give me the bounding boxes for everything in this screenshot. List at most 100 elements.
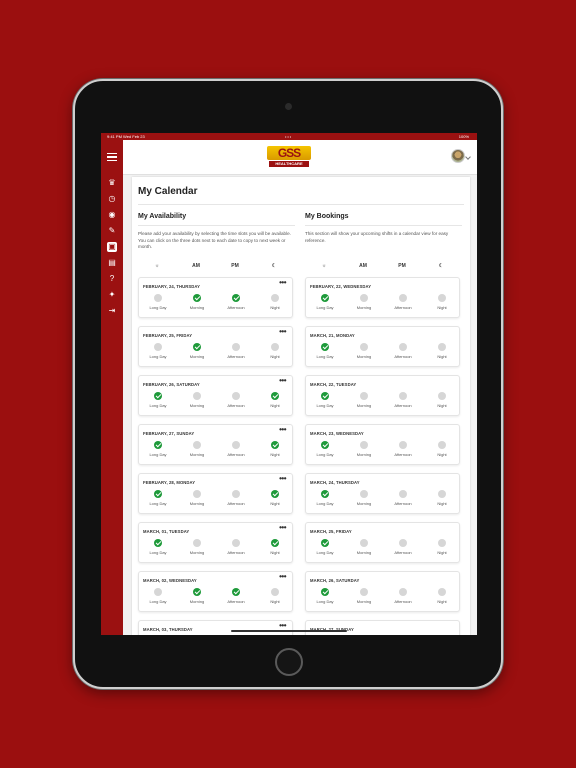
day-date: FEBRUARY, 25, FRIDAY <box>143 333 193 338</box>
time-slot: Morning <box>349 588 379 604</box>
status-bar: 9:41 PM Wed Feb 23 ••• 100% <box>101 133 477 140</box>
empty-circle-icon[interactable] <box>154 294 162 302</box>
empty-circle-icon[interactable] <box>232 343 240 351</box>
time-slot[interactable]: Night <box>260 490 290 506</box>
empty-circle-icon[interactable] <box>193 441 201 449</box>
time-slot[interactable]: Morning <box>182 294 212 310</box>
empty-circle-icon[interactable] <box>232 539 240 547</box>
home-button[interactable] <box>275 648 303 676</box>
empty-circle-icon <box>360 539 368 547</box>
more-options-icon[interactable]: ••• <box>279 621 286 630</box>
logout-icon[interactable]: ⇥ <box>107 306 117 316</box>
empty-circle-icon[interactable] <box>271 294 279 302</box>
time-slot: Long Day <box>310 441 340 457</box>
day-date: MARCH, 24, THURSDAY <box>310 480 360 485</box>
home-indicator <box>231 630 347 632</box>
check-circle-icon <box>321 294 329 302</box>
time-slot[interactable]: Morning <box>182 392 212 408</box>
time-slot[interactable]: Morning <box>182 343 212 359</box>
time-slot[interactable]: Long Day <box>143 392 173 408</box>
slot-label: Afternoon <box>227 403 245 408</box>
time-slot[interactable]: Afternoon <box>221 539 251 555</box>
check-circle-icon[interactable] <box>154 539 162 547</box>
more-options-icon[interactable]: ••• <box>279 523 286 532</box>
menu-icon[interactable] <box>107 153 117 161</box>
empty-circle-icon[interactable] <box>232 441 240 449</box>
empty-circle-icon[interactable] <box>193 490 201 498</box>
empty-circle-icon[interactable] <box>271 343 279 351</box>
pm-header: PM <box>231 263 239 269</box>
edit-icon[interactable]: ✎ <box>107 226 117 236</box>
check-circle-icon[interactable] <box>232 588 240 596</box>
more-options-icon[interactable]: ••• <box>279 327 286 336</box>
time-slot[interactable]: Long Day <box>143 588 173 604</box>
time-slot[interactable]: Long Day <box>143 539 173 555</box>
slot-label: Night <box>270 354 280 359</box>
time-slot[interactable]: Afternoon <box>221 441 251 457</box>
check-circle-icon[interactable] <box>193 588 201 596</box>
time-slot[interactable]: Afternoon <box>221 490 251 506</box>
calendar-icon[interactable]: ▣ <box>107 242 117 252</box>
time-slot[interactable]: Long Day <box>143 490 173 506</box>
check-circle-icon[interactable] <box>193 343 201 351</box>
time-slot[interactable]: Morning <box>182 490 212 506</box>
slot-label: Afternoon <box>227 452 245 457</box>
slot-label: Afternoon <box>394 305 412 310</box>
slot-label: Afternoon <box>394 599 412 604</box>
more-options-icon[interactable]: ••• <box>279 278 286 287</box>
time-slot[interactable]: Afternoon <box>221 343 251 359</box>
avatar[interactable] <box>451 149 465 163</box>
time-slot[interactable]: Afternoon <box>221 294 251 310</box>
check-circle-icon[interactable] <box>154 441 162 449</box>
time-slot[interactable]: Night <box>260 441 290 457</box>
time-slot[interactable]: Night <box>260 392 290 408</box>
empty-circle-icon[interactable] <box>271 588 279 596</box>
time-slot[interactable]: Long Day <box>143 343 173 359</box>
time-slot[interactable]: Night <box>260 343 290 359</box>
empty-circle-icon[interactable] <box>154 588 162 596</box>
time-slot[interactable]: Long Day <box>143 294 173 310</box>
time-slot[interactable]: Afternoon <box>221 392 251 408</box>
time-slot[interactable]: Night <box>260 539 290 555</box>
check-circle-icon[interactable] <box>154 392 162 400</box>
check-circle-icon[interactable] <box>271 441 279 449</box>
document-icon[interactable]: ▤ <box>107 258 117 268</box>
empty-circle-icon <box>360 588 368 596</box>
more-options-icon[interactable]: ••• <box>279 425 286 434</box>
clock-icon[interactable]: ◷ <box>107 194 117 204</box>
empty-circle-icon[interactable] <box>154 343 162 351</box>
help-icon[interactable]: ? <box>107 274 117 284</box>
more-options-icon[interactable]: ••• <box>279 572 286 581</box>
more-options-icon[interactable]: ••• <box>279 376 286 385</box>
check-circle-icon[interactable] <box>271 490 279 498</box>
time-slot[interactable]: Morning <box>182 539 212 555</box>
time-slot[interactable]: Morning <box>182 441 212 457</box>
time-slot[interactable]: Long Day <box>143 441 173 457</box>
availability-description: Please add your availability by selectin… <box>138 231 291 250</box>
day-card: MARCH, 25, FRIDAY Long Day Morning Afternoo… <box>305 522 460 563</box>
check-circle-icon[interactable] <box>271 539 279 547</box>
gss-logo[interactable]: GSS HEALTHCARE <box>267 146 311 168</box>
more-options-icon[interactable]: ••• <box>279 474 286 483</box>
time-slot[interactable]: Night <box>260 588 290 604</box>
check-circle-icon[interactable] <box>193 294 201 302</box>
time-slot: Morning <box>349 490 379 506</box>
check-circle-icon[interactable] <box>154 490 162 498</box>
target-icon[interactable]: ◉ <box>107 210 117 220</box>
empty-circle-icon[interactable] <box>232 392 240 400</box>
time-slot[interactable]: Morning <box>182 588 212 604</box>
wrench-icon[interactable]: ✦ <box>107 290 117 300</box>
crown-icon[interactable]: ♛ <box>107 178 117 188</box>
chevron-down-icon[interactable] <box>465 154 471 160</box>
time-slot[interactable]: Afternoon <box>221 588 251 604</box>
empty-circle-icon[interactable] <box>193 392 201 400</box>
slot-label: Morning <box>356 403 372 408</box>
check-circle-icon <box>321 392 329 400</box>
check-circle-icon[interactable] <box>232 294 240 302</box>
empty-circle-icon[interactable] <box>193 539 201 547</box>
check-circle-icon[interactable] <box>271 392 279 400</box>
availability-section: My Availability Please add your availabi… <box>138 213 295 635</box>
empty-circle-icon[interactable] <box>232 490 240 498</box>
sidebar: ♛ ◷ ◉ ✎ ▣ ▤? ✦ ⇥ <box>101 140 123 635</box>
time-slot[interactable]: Night <box>260 294 290 310</box>
